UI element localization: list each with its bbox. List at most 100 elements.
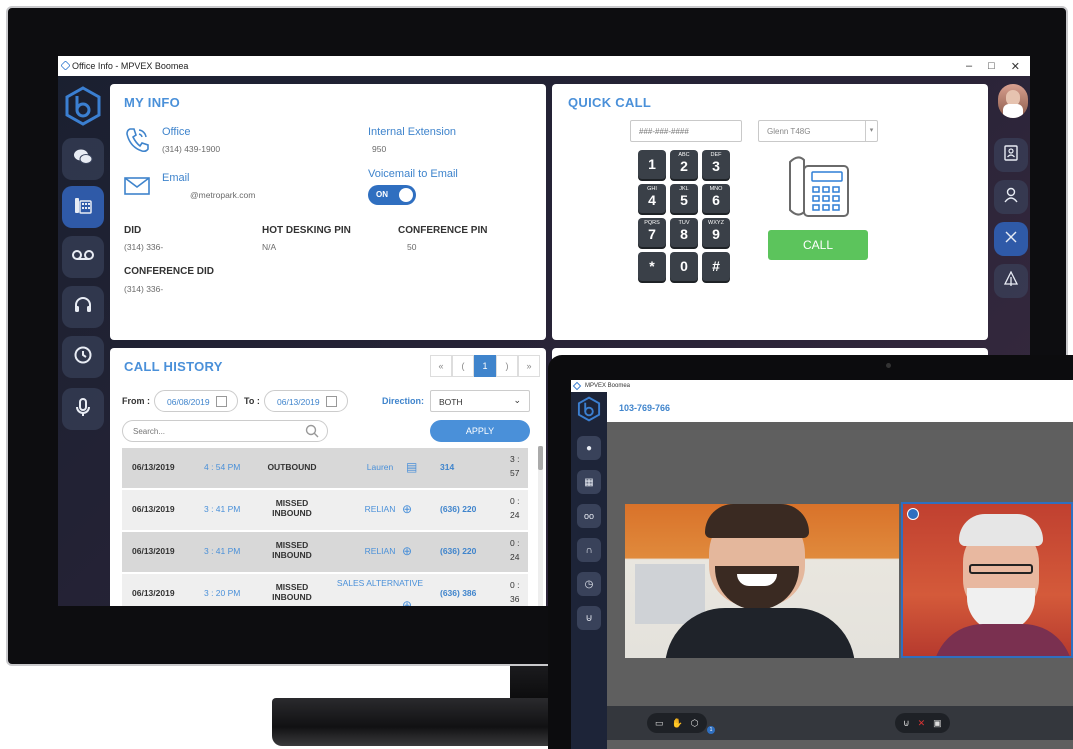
keypad-key-digit: 1	[648, 156, 656, 172]
laptop-sidebar-voicemail[interactable]: oo	[577, 504, 601, 528]
laptop-sidebar-support[interactable]: ∩	[577, 538, 601, 562]
from-date-input[interactable]: 06/08/2019	[154, 390, 238, 412]
voicemail-icon: oo	[583, 511, 594, 521]
contacts-button[interactable]	[994, 138, 1028, 172]
direction-select-value: BOTH	[439, 397, 463, 407]
laptop-sidebar-chat[interactable]: ●	[577, 436, 601, 460]
call-duration-minutes: 0 :	[510, 538, 520, 548]
apply-button[interactable]: APPLY	[430, 420, 530, 442]
table-row[interactable]: 06/13/2019 3 : 20 PM MISSED INBOUND SALES A…	[122, 574, 528, 606]
device-select-value: Glenn T48G	[767, 127, 811, 136]
video-tile-participant-1[interactable]	[625, 504, 899, 658]
laptop-sidebar-office-info[interactable]: ▦	[577, 470, 601, 494]
minimize-button[interactable]: –	[966, 60, 972, 73]
participants-icon[interactable]: ⬡	[691, 718, 699, 729]
office-label: Office	[162, 126, 191, 138]
keypad-key-2[interactable]: ABC 2	[670, 150, 698, 179]
keypad-key-3[interactable]: DEF 3	[702, 150, 730, 179]
call-duration-seconds: 24	[510, 510, 520, 520]
laptop-sidebar-recorder[interactable]: ⊍	[577, 606, 601, 630]
close-panel-button[interactable]	[994, 222, 1028, 256]
call-duration-minutes: 3 :	[510, 454, 520, 464]
clock-icon: ◷	[584, 578, 594, 590]
raise-hand-icon[interactable]: ✋	[672, 718, 683, 729]
email-label: Email	[162, 172, 190, 184]
window-title: Office Info - MPVEX Boomea	[72, 61, 189, 71]
sidebar-item-history[interactable]	[62, 336, 104, 378]
to-date-input[interactable]: 06/13/2019	[264, 390, 348, 412]
did-label: DID	[124, 225, 142, 236]
call-contact-name[interactable]: RELIAN	[332, 546, 428, 556]
keypad-key-hash[interactable]: #	[702, 252, 730, 281]
table-row[interactable]: 06/13/2019 4 : 54 PM OUTBOUND Lauren 314 3 :5…	[122, 448, 528, 488]
camera-off-icon[interactable]: ✕	[918, 718, 926, 729]
call-time: 4 : 54 PM	[204, 462, 241, 472]
call-contact-name[interactable]: RELIAN	[332, 504, 428, 514]
headset-icon	[73, 295, 93, 320]
call-duration-seconds: 57	[510, 468, 520, 478]
sidebar-item-voicemail[interactable]	[62, 236, 104, 278]
keypad-key-star[interactable]: *	[638, 252, 666, 281]
maximize-button[interactable]: □	[988, 60, 995, 73]
user-icon	[1004, 187, 1018, 208]
avatar[interactable]	[998, 84, 1028, 118]
keypad-key-1[interactable]: 1	[638, 150, 666, 179]
sidebar-item-chat[interactable]	[62, 138, 104, 180]
call-number[interactable]: (636) 220	[440, 546, 476, 556]
keypad-key-9[interactable]: WXYZ 9	[702, 218, 730, 247]
add-contact-icon[interactable]: ⊕	[402, 544, 412, 558]
meeting-id: 103-769-766	[619, 403, 671, 413]
phone-number-input[interactable]	[630, 120, 742, 142]
pager-next-button[interactable]: )	[496, 355, 518, 377]
clock-icon	[73, 345, 93, 370]
meeting-av-controls: ⊍ ✕ ▣	[895, 713, 950, 733]
email-value: @metropark.com	[190, 190, 256, 200]
keypad-key-digit: 5	[680, 192, 688, 208]
voicemail-to-email-toggle[interactable]: ON	[368, 185, 416, 205]
screen-share-icon[interactable]: ▭	[655, 718, 664, 729]
laptop-sidebar-history[interactable]: ◷	[577, 572, 601, 596]
sidebar-item-office-info[interactable]	[62, 186, 104, 228]
profile-button[interactable]	[994, 180, 1028, 214]
search-input[interactable]	[133, 425, 293, 438]
org-chart-button[interactable]	[994, 264, 1028, 298]
pager-prev-button[interactable]: (	[452, 355, 474, 377]
close-button[interactable]: ✕	[1011, 60, 1020, 73]
call-contact-name[interactable]: SALES ALTERNATIVE	[332, 578, 428, 588]
video-tile-participant-2[interactable]	[901, 502, 1073, 658]
microphone-icon[interactable]: ⊍	[903, 718, 910, 729]
pager-last-button[interactable]: »	[518, 355, 540, 377]
pager-page-1[interactable]: 1	[474, 355, 496, 377]
call-duration-seconds: 36	[510, 594, 520, 604]
call-number[interactable]: 314	[440, 462, 454, 472]
search-field[interactable]	[122, 420, 328, 442]
chat-bubbles-icon: ●	[585, 442, 593, 454]
keypad-key-8[interactable]: TUV 8	[670, 218, 698, 247]
calendar-icon	[326, 396, 337, 407]
table-row[interactable]: 06/13/2019 3 : 41 PM MISSED INBOUND RELIAN (…	[122, 490, 528, 530]
call-date: 06/13/2019	[132, 504, 175, 514]
call-number[interactable]: (636) 220	[440, 504, 476, 514]
keypad-key-6[interactable]: MNO 6	[702, 184, 730, 213]
sidebar-item-support[interactable]	[62, 286, 104, 328]
add-contact-icon[interactable]: ⊕	[402, 598, 412, 606]
keypad-key-5[interactable]: JKL 5	[670, 184, 698, 213]
keypad-key-4[interactable]: GHI 4	[638, 184, 666, 213]
video-settings-icon[interactable]: ▣	[933, 718, 942, 729]
add-contact-icon[interactable]: ⊕	[402, 502, 412, 516]
contact-card-icon[interactable]: ▤	[406, 460, 417, 474]
scrollbar-thumb[interactable]	[538, 446, 543, 470]
device-select[interactable]: Glenn T48G ▾	[758, 120, 878, 142]
sidebar-item-recorder[interactable]	[62, 388, 104, 430]
keypad-key-0[interactable]: 0	[670, 252, 698, 281]
direction-select[interactable]: BOTH ⌄	[430, 390, 530, 412]
call-number[interactable]: (636) 386	[440, 588, 476, 598]
did-value: (314) 336-	[124, 242, 164, 252]
keypad-key-7[interactable]: PQRS 7	[638, 218, 666, 247]
call-button[interactable]: CALL	[768, 230, 868, 260]
monitor-stand-base	[272, 698, 562, 746]
pager-first-button[interactable]: «	[430, 355, 452, 377]
calendar-icon	[216, 396, 227, 407]
scrollbar[interactable]	[538, 446, 543, 606]
table-row[interactable]: 06/13/2019 3 : 41 PM MISSED INBOUND RELIAN (…	[122, 532, 528, 572]
